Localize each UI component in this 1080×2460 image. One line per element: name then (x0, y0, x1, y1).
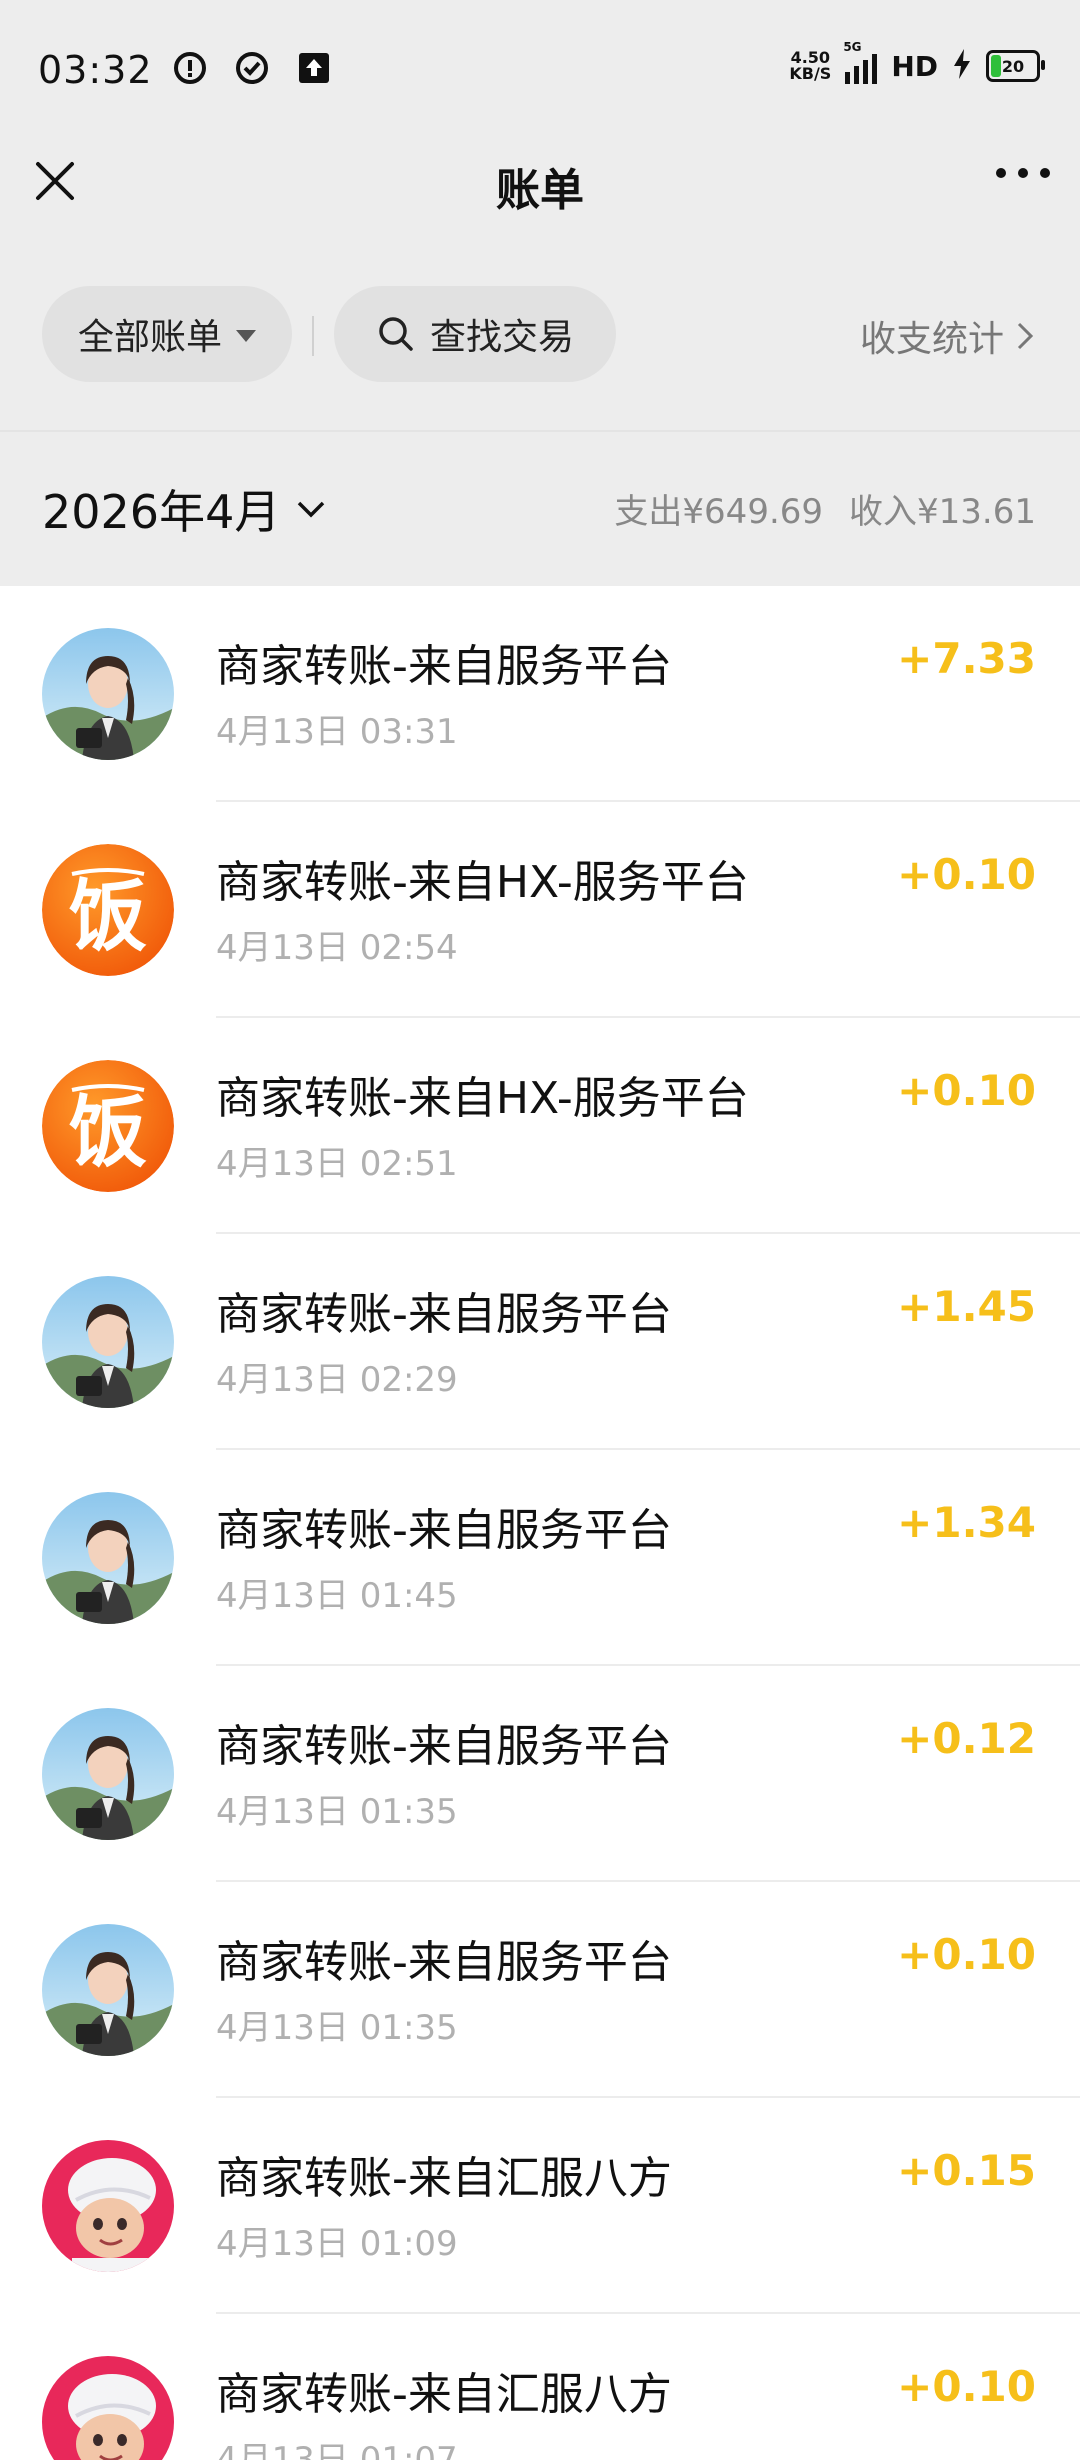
notification-icons (172, 50, 332, 86)
income-total: 收入¥13.61 (849, 492, 1036, 532)
transaction-row[interactable]: 商家转账-来自服务平台 4月13日 01:45 +1.34 (0, 1450, 1080, 1666)
expense-total: 支出¥649.69 (614, 492, 824, 532)
upload-icon (296, 50, 332, 86)
transaction-amount: +0.10 (897, 2362, 1036, 2411)
transaction-amount: +0.10 (897, 1066, 1036, 1115)
status-right: 4.50 KB/S 5G HD 20 (789, 40, 1045, 84)
fan-logo-avatar: 饭 (42, 1060, 174, 1192)
more-dot-icon (1018, 168, 1028, 178)
transaction-amount: +7.33 (897, 634, 1036, 683)
transaction-title: 商家转账-来自HX-服务平台 (216, 857, 749, 908)
transaction-list: 商家转账-来自服务平台 4月13日 03:31 +7.33 饭商家转账-来自HX-服务… (0, 586, 1080, 2460)
transaction-amount: +0.15 (897, 2146, 1036, 2195)
transaction-title: 商家转账-来自服务平台 (216, 1289, 672, 1340)
chef-avatar (42, 2140, 174, 2272)
bill-screen: 03:32 4.50 KB/S 5G HD 20 账单 全部账单 查找交易 收支… (0, 0, 1080, 2460)
search-label: 查找交易 (429, 317, 574, 358)
transaction-title: 商家转账-来自汇服八方 (216, 2153, 672, 2204)
transaction-amount: +1.34 (897, 1498, 1036, 1547)
alert-icon (172, 50, 208, 86)
transaction-row[interactable]: 商家转账-来自服务平台 4月13日 02:29 +1.45 (0, 1234, 1080, 1450)
transaction-time: 4月13日 02:51 (216, 1144, 458, 1184)
filter-bar: 全部账单 查找交易 收支统计 (0, 280, 1080, 430)
merchant-avatar (42, 1924, 174, 2056)
chef-avatar (42, 2356, 174, 2460)
transaction-row[interactable]: 饭 商家转账-来自HX-服务平台 4月13日 02:51 +0.10 (0, 1018, 1080, 1234)
search-icon (379, 317, 413, 351)
net-speed: 4.50 KB/S (789, 48, 832, 83)
transaction-time: 4月13日 01:35 (216, 2008, 458, 2048)
merchant-avatar (42, 1492, 174, 1624)
all-bills-label: 全部账单 (77, 317, 222, 358)
transaction-title: 商家转账-来自服务平台 (216, 1721, 672, 1772)
transaction-amount: +0.10 (897, 850, 1036, 899)
status-bar: 03:32 4.50 KB/S 5G HD 20 (0, 0, 1080, 140)
status-time: 03:32 (38, 48, 153, 92)
more-dot-icon (1040, 168, 1050, 178)
month-selector[interactable]: 2026年4月 (42, 476, 326, 542)
transaction-row[interactable]: 商家转账-来自服务平台 4月13日 03:31 +7.33 (0, 586, 1080, 802)
caret-down-icon (236, 330, 256, 342)
transaction-title: 商家转账-来自汇服八方 (216, 2369, 672, 2420)
transaction-title: 商家转账-来自HX-服务平台 (216, 1073, 749, 1124)
transaction-time: 4月13日 01:07 (216, 2440, 458, 2460)
chevron-down-icon (298, 501, 325, 518)
transaction-amount: +0.10 (897, 1930, 1036, 1979)
fan-logo-avatar: 饭 (42, 844, 174, 976)
transaction-row[interactable]: 饭 商家转账-来自HX-服务平台 4月13日 02:54 +0.10 (0, 802, 1080, 1018)
transaction-time: 4月13日 01:09 (216, 2224, 458, 2264)
month-label: 2026年4月 (42, 485, 281, 539)
transaction-time: 4月13日 03:31 (216, 712, 458, 752)
stats-link[interactable]: 收支统计 (860, 310, 1034, 362)
all-bills-dropdown[interactable]: 全部账单 (42, 286, 292, 382)
transaction-row[interactable]: 商家转账-来自汇服八方 4月13日 01:09 +0.15 (0, 2098, 1080, 2314)
fan-logo-text: 饭 (68, 1087, 147, 1178)
signal-icon: 5G (843, 40, 878, 84)
month-summary-bar: 2026年4月 支出¥649.69 收入¥13.61 (0, 430, 1080, 588)
transaction-row[interactable]: 商家转账-来自服务平台 4月13日 01:35 +0.10 (0, 1882, 1080, 2098)
search-transactions-button[interactable]: 查找交易 (334, 286, 616, 382)
fan-logo-text: 饭 (68, 871, 147, 962)
merchant-avatar (42, 1276, 174, 1408)
more-dot-icon (996, 168, 1006, 178)
transaction-time: 4月13日 01:35 (216, 1792, 458, 1832)
more-button[interactable] (996, 168, 1050, 178)
transaction-time: 4月13日 02:29 (216, 1360, 458, 1400)
charging-icon (952, 49, 972, 83)
transaction-row[interactable]: 商家转账-来自汇服八方 4月13日 01:07 +0.10 (0, 2314, 1080, 2460)
transaction-title: 商家转账-来自服务平台 (216, 1505, 672, 1556)
transaction-row[interactable]: 商家转账-来自服务平台 4月13日 01:35 +0.12 (0, 1666, 1080, 1882)
chevron-right-icon (1017, 322, 1034, 350)
hd-indicator: HD (891, 49, 938, 83)
divider (312, 316, 314, 356)
page-title: 账单 (496, 165, 584, 216)
transaction-title: 商家转账-来自服务平台 (216, 641, 672, 692)
check-circle-icon (234, 50, 270, 86)
month-totals: 支出¥649.69 收入¥13.61 (614, 484, 1036, 533)
transaction-time: 4月13日 02:54 (216, 928, 458, 968)
transaction-title: 商家转账-来自服务平台 (216, 1937, 672, 1988)
stats-label: 收支统计 (859, 319, 1004, 360)
merchant-avatar (42, 1708, 174, 1840)
transaction-amount: +0.12 (897, 1714, 1036, 1763)
transaction-time: 4月13日 01:45 (216, 1576, 458, 1616)
merchant-avatar (42, 628, 174, 760)
battery-icon: 20 (986, 50, 1045, 82)
nav-bar: 账单 (0, 140, 1080, 280)
transaction-amount: +1.45 (897, 1282, 1036, 1331)
